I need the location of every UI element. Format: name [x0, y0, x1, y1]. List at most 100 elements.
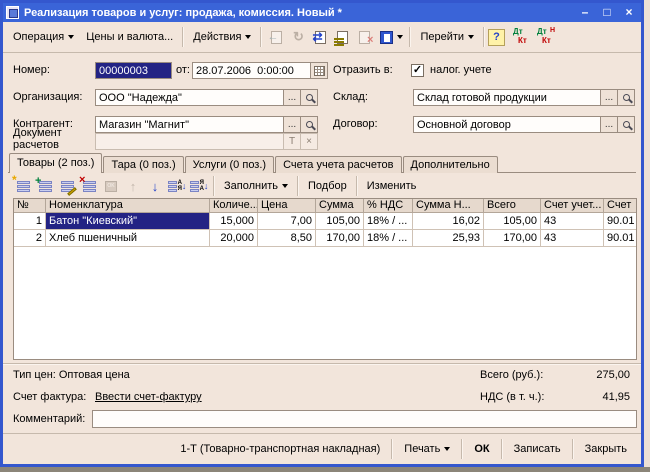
cancel-posting-icon	[359, 31, 370, 44]
total-value: 275,00	[555, 367, 630, 384]
tab-settlement-accounts[interactable]: Счета учета расчетов	[275, 156, 401, 173]
print-menu-button[interactable]: Печать	[396, 441, 458, 457]
ttn-print-button[interactable]: 1-Т (Товарно-транспортная накладная)	[172, 441, 388, 457]
settlement-doc-type-button[interactable]: T	[283, 133, 301, 150]
contract-label: Договор:	[333, 116, 378, 133]
dt-kt-button[interactable]: Дт Кт	[511, 27, 535, 47]
chevron-down-icon[interactable]	[397, 35, 403, 39]
enter-invoice-link[interactable]: Ввести счет-фактуру	[95, 389, 202, 406]
items-table[interactable]: № Номенклатура Количе... Цена Сумма % НД…	[13, 198, 637, 360]
settlement-doc-input[interactable]	[95, 133, 284, 150]
dt-kt-n-button[interactable]: Дт Н Кт	[535, 27, 559, 47]
goto-menu-button[interactable]: Перейти	[414, 29, 480, 45]
warehouse-input[interactable]	[413, 89, 601, 106]
move-row-down-button[interactable]: ↓	[144, 176, 166, 196]
bottom-button-bar: 1-Т (Товарно-транспортная накладная) Печ…	[3, 433, 641, 464]
column-header: Цена	[258, 199, 316, 213]
document-copy-icon	[315, 31, 326, 44]
actions-menu-button[interactable]: Действия	[187, 29, 257, 45]
chevron-down-icon	[68, 35, 74, 39]
tax-accounting-checkbox[interactable]: ✓	[411, 64, 424, 77]
maximize-button[interactable]: □	[600, 4, 614, 21]
delete-row-button[interactable]: ×	[78, 176, 100, 196]
column-header: №	[14, 199, 46, 213]
tax-accounting-label: налог. учете	[430, 62, 492, 79]
tab-services[interactable]: Услуги (0 поз.)	[185, 156, 274, 173]
counterparty-input[interactable]	[95, 116, 284, 133]
total-label: Всего (руб.):	[480, 367, 543, 384]
column-header: Счет	[604, 199, 637, 213]
counterparty-open-button[interactable]	[300, 116, 318, 133]
column-header: % НДС	[364, 199, 413, 213]
tab-additional[interactable]: Дополнительно	[403, 156, 498, 173]
minimize-button[interactable]: –	[578, 4, 592, 21]
chevron-down-icon	[444, 447, 450, 451]
end-edit-button: OK	[100, 176, 122, 196]
save-button[interactable]: Записать	[506, 441, 569, 457]
document-window: Реализация товаров и услуг: продажа, ком…	[0, 0, 644, 467]
fill-menu-button[interactable]: Заполнить	[218, 178, 294, 194]
help-button[interactable]: ?	[488, 29, 505, 46]
table-toolbar: * + × OK ↑ ↓ АЯ↓ ЯА↓ Заполнить Подбор Из…	[12, 175, 422, 197]
selected-cell: Батон "Киевский"	[46, 213, 210, 230]
invoice-label: Счет фактура:	[13, 389, 86, 406]
settlement-doc-clear-button[interactable]: ×	[300, 133, 318, 150]
contract-input[interactable]	[413, 116, 601, 133]
reflect-in-label: Отразить в:	[333, 62, 393, 79]
toolbar-separator	[409, 27, 411, 47]
date-input[interactable]	[192, 62, 311, 79]
tab-goods[interactable]: Товары (2 поз.)	[9, 153, 102, 173]
contract-open-button[interactable]	[617, 116, 635, 133]
tab-containers[interactable]: Тара (0 поз.)	[103, 156, 183, 173]
column-header: Счет учет...	[541, 199, 604, 213]
organization-label: Организация:	[13, 89, 82, 106]
organization-select-button[interactable]: ...	[283, 89, 301, 106]
delete-row-icon	[83, 181, 96, 192]
operation-menu-button[interactable]: Операция	[7, 29, 80, 45]
prices-currency-button[interactable]: Цены и валюта...	[80, 29, 179, 45]
edit-row-button[interactable]	[56, 176, 78, 196]
main-toolbar: Операция Цены и валюта... Действия ← ↻ ⇄…	[3, 22, 641, 53]
warehouse-open-button[interactable]	[617, 89, 635, 106]
desktop-strip	[0, 467, 650, 472]
sort-descending-button[interactable]: ЯА↓	[188, 176, 210, 196]
window-title: Реализация товаров и услуг: продажа, ком…	[24, 7, 342, 19]
post-document-button[interactable]	[331, 26, 353, 48]
refresh-icon: ↻	[293, 29, 304, 45]
table-header-row: № Номенклатура Количе... Цена Сумма % НД…	[14, 199, 636, 213]
table-row[interactable]: 1 Батон "Киевский" 15,000 7,00 105,00 18…	[14, 213, 636, 230]
comment-label: Комментарий:	[13, 411, 85, 428]
window-icon	[6, 6, 19, 19]
button-separator	[461, 439, 463, 459]
tab-strip: Товары (2 поз.) Тара (0 поз.) Услуги (0 …	[9, 153, 499, 173]
refresh-button: ↻	[287, 26, 309, 48]
toolbar-separator	[483, 27, 485, 47]
footer-divider	[3, 363, 641, 365]
add-row-button[interactable]: *	[12, 176, 34, 196]
number-input[interactable]	[95, 62, 172, 79]
table-row[interactable]: 2 Хлеб пшеничный 20,000 8,50 170,00 18% …	[14, 230, 636, 247]
create-based-on-button[interactable]	[375, 26, 397, 48]
pick-button[interactable]: Подбор	[302, 178, 353, 194]
close-button[interactable]: ×	[622, 4, 636, 21]
sort-ascending-button[interactable]: АЯ↓	[166, 176, 188, 196]
arrow-down-icon: ↓	[152, 179, 159, 194]
toolbar-separator	[356, 176, 358, 196]
arrow-up-icon: ↑	[130, 179, 137, 194]
button-separator	[501, 439, 503, 459]
copy-document-button[interactable]: ⇄	[309, 26, 331, 48]
ok-button[interactable]: ОК	[466, 441, 497, 457]
organization-open-button[interactable]	[300, 89, 318, 106]
date-label: от:	[176, 62, 190, 79]
vat-value: 41,95	[555, 389, 630, 406]
copy-row-button[interactable]: +	[34, 176, 56, 196]
warehouse-select-button[interactable]: ...	[600, 89, 618, 106]
close-form-button[interactable]: Закрыть	[577, 441, 635, 457]
change-button[interactable]: Изменить	[361, 178, 423, 194]
toolbar-separator	[297, 176, 299, 196]
organization-input[interactable]	[95, 89, 284, 106]
counterparty-select-button[interactable]: ...	[283, 116, 301, 133]
contract-select-button[interactable]: ...	[600, 116, 618, 133]
comment-input[interactable]	[92, 410, 637, 428]
calendar-button[interactable]	[310, 62, 328, 79]
